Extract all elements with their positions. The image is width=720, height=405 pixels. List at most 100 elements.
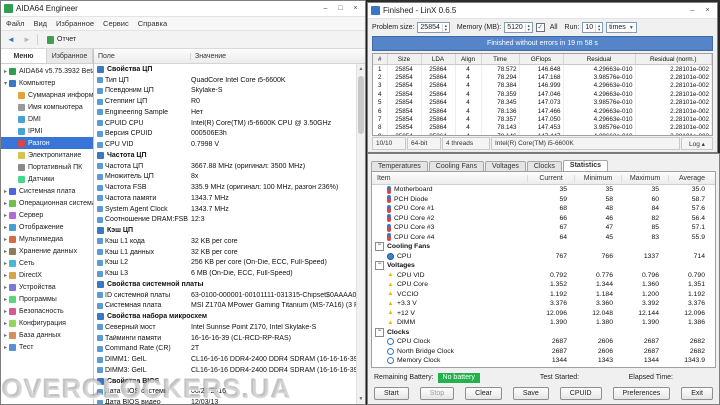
menu-item[interactable]: Избранное — [56, 19, 94, 28]
scrollbar-thumb[interactable] — [358, 76, 364, 134]
preferences-button[interactable]: Preferences — [612, 387, 671, 400]
table-row[interactable]: Частота FSB 335.9 MHz (оригинал: 100 MHz,… — [94, 182, 357, 193]
table-row[interactable]: Дата BIOS видео 12/03/13 — [94, 397, 357, 404]
sidebar-item[interactable]: ▸ Операционная система — [1, 197, 93, 209]
menu-item[interactable]: Файл — [6, 19, 24, 28]
table-row[interactable]: Множитель ЦП 8x — [94, 172, 357, 183]
cpuid-button[interactable]: CPUID — [559, 387, 602, 400]
grid-column-header[interactable]: # — [373, 54, 388, 65]
table-row[interactable]: Псевдоним ЦП Skylake-S — [94, 86, 357, 97]
sidebar-item[interactable]: Электропитание — [1, 149, 93, 161]
table-row[interactable]: Кэш L3 6 MB (On-Die, ECC, Full-Speed) — [94, 268, 357, 279]
table-row[interactable]: CPUID CPU Intel(R) Core(TM) i5-6600K CPU … — [94, 118, 357, 129]
sidebar-item[interactable]: DMI — [1, 113, 93, 125]
sidebar-item[interactable]: ▸ Мультимедиа — [1, 233, 93, 245]
sidebar-item[interactable]: ▸ Устройства — [1, 281, 93, 293]
tab-clocks[interactable]: Clocks — [526, 161, 562, 171]
column-value[interactable]: Значение — [191, 53, 365, 60]
sidebar-item[interactable]: ▸ AIDA64 v5.75.3932 Beta — [1, 65, 93, 77]
run-input[interactable]: 10 ▲ ▼ — [582, 22, 604, 33]
tree-expander-icon[interactable]: ▸ — [2, 188, 9, 195]
tab-statistics[interactable]: Statistics — [562, 160, 609, 171]
table-row[interactable]: Частота памяти 1343.7 MHz — [94, 193, 357, 204]
sidebar-item[interactable]: ▸ Безопасность — [1, 305, 93, 317]
tree-expander-icon[interactable]: ▸ — [2, 344, 9, 351]
sidebar-item[interactable]: ▾ Компьютер — [1, 77, 93, 89]
column-maximum[interactable]: Maximum — [621, 174, 668, 182]
sidebar-item[interactable]: ▸ Программы — [1, 293, 93, 305]
grid-column-header[interactable]: Residual — [563, 54, 636, 65]
report-button[interactable]: Отчет — [42, 34, 81, 46]
sidebar-item[interactable]: ▸ Конфигурация — [1, 317, 93, 329]
group-row[interactable]: − Clocks — [372, 327, 715, 338]
table-row[interactable]: Кэш L1 кода 32 KB per core — [94, 236, 357, 247]
grid-column-header[interactable]: GFlops — [519, 54, 564, 65]
tab-cooling-fans[interactable]: Cooling Fans — [428, 161, 485, 171]
table-row[interactable]: Системная плата MSI Z170A MPower Gaming T… — [94, 301, 357, 312]
tab-voltages[interactable]: Voltages — [485, 161, 526, 171]
tree-expander-icon[interactable]: ▸ — [2, 212, 9, 219]
sidebar-item[interactable]: Суммарная информация — [1, 89, 93, 101]
table-row[interactable]: ID системной платы 63-0100-000001-0010111… — [94, 290, 357, 301]
memory-input[interactable]: 5120 ▲ ▼ — [504, 22, 533, 33]
grid-column-header[interactable]: Time — [481, 54, 520, 65]
column-field[interactable]: Поле — [94, 52, 191, 60]
spinner-arrows-icon[interactable]: ▲ ▼ — [524, 23, 532, 32]
table-row[interactable]: Кэш L1 данных 32 KB per core — [94, 247, 357, 258]
table-row[interactable]: DIMM1: GeIL CL16-16-16 DDR4-2400 DDR4 SDR… — [94, 354, 357, 365]
back-icon[interactable]: ◄ — [5, 35, 17, 44]
aida-scrollbar[interactable]: ▲ ▼ — [356, 64, 365, 404]
collapse-icon[interactable]: − — [375, 261, 384, 271]
tab-menu[interactable]: Меню — [1, 49, 47, 63]
all-checkbox[interactable]: ✓ — [535, 23, 545, 32]
table-row[interactable]: Тип ЦП QuadCore Intel Core i5-6600K — [94, 75, 357, 86]
group-row[interactable]: − Voltages — [372, 261, 715, 271]
spinner-arrows-icon[interactable]: ▲ ▼ — [441, 23, 449, 32]
clear-button[interactable]: Clear — [465, 387, 502, 400]
sidebar-item[interactable]: ▸ Сервер — [1, 209, 93, 221]
exit-button[interactable]: Exit — [681, 387, 713, 400]
tree-expander-icon[interactable]: ▸ — [2, 68, 9, 75]
grid-column-header[interactable]: Residual (norm.) — [635, 54, 712, 65]
table-row[interactable]: Версия CPUID 000506E3h — [94, 129, 357, 140]
sidebar-item[interactable]: ▸ Тест — [1, 341, 93, 353]
tree-expander-icon[interactable]: ▸ — [2, 332, 9, 339]
table-row[interactable]: Command Rate (CR) 2T — [94, 344, 357, 355]
sidebar-item[interactable]: ▸ База данных — [1, 329, 93, 341]
tree-expander-icon[interactable]: ▸ — [2, 224, 9, 231]
menu-item[interactable]: Справка — [138, 19, 167, 28]
table-row[interactable]: System Agent Clock 1343.7 MHz — [94, 204, 357, 215]
tree-expander-icon[interactable]: ▸ — [2, 248, 9, 255]
start-button[interactable]: Start — [374, 387, 409, 400]
table-row[interactable]: Кэш L2 256 KB per core (On-Die, ECC, Full… — [94, 258, 357, 269]
tab-favorites[interactable]: Избранное — [47, 49, 93, 63]
tree-expander-icon[interactable]: ▸ — [2, 200, 9, 207]
tree-expander-icon[interactable]: ▸ — [2, 260, 9, 267]
tab-temperatures[interactable]: Temperatures — [371, 161, 428, 171]
tree-expander-icon[interactable]: ▸ — [2, 236, 9, 243]
linx-minimize-icon[interactable]: – — [685, 7, 700, 14]
tree-expander-icon[interactable]: ▸ — [2, 272, 9, 279]
sidebar-item[interactable]: Датчики — [1, 173, 93, 185]
sidebar-item[interactable]: ▸ Хранение данных — [1, 245, 93, 257]
maximize-icon[interactable]: □ — [333, 5, 348, 12]
linx-close-icon[interactable]: × — [700, 7, 715, 14]
table-row[interactable]: Engineering Sample Нет — [94, 107, 357, 118]
forward-icon[interactable]: ► — [21, 35, 33, 44]
sidebar-item[interactable]: ▸ Сеть — [1, 257, 93, 269]
table-row[interactable]: CPU VID 0.7998 V — [94, 139, 357, 150]
stop-button[interactable]: Stop — [419, 387, 455, 400]
scroll-down-icon[interactable]: ▼ — [357, 394, 365, 404]
sidebar-item[interactable]: ▸ DirectX — [1, 269, 93, 281]
problem-size-input[interactable]: 25854 ▲ ▼ — [417, 22, 450, 33]
sidebar-item[interactable]: ▸ Отображение — [1, 221, 93, 233]
tree-expander-icon[interactable]: ▸ — [2, 284, 9, 291]
table-row[interactable]: Дата BIOS системы 06/21/2016 — [94, 387, 357, 398]
table-row[interactable]: Тайминги памяти 16-16-16-39 (CL-RCD-RP-RA… — [94, 333, 357, 344]
grid-column-header[interactable]: Align — [455, 54, 482, 65]
tree-expander-icon[interactable]: ▸ — [2, 320, 9, 327]
tree-expander-icon[interactable]: ▸ — [2, 296, 9, 303]
aida-title-bar[interactable]: AIDA64 Engineer – □ × — [1, 1, 365, 17]
run-unit-dropdown[interactable]: times ▼ — [606, 22, 637, 33]
menu-item[interactable]: Сервис — [103, 19, 129, 28]
